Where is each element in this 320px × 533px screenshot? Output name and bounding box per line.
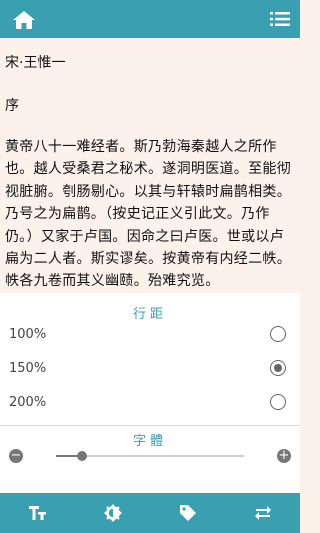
brightness-icon[interactable] <box>103 503 123 523</box>
radio-dot <box>274 364 282 372</box>
font-size-icon[interactable] <box>28 503 48 523</box>
author-line: 宋·王惟一 <box>5 55 66 71</box>
swap-icon[interactable] <box>253 503 273 523</box>
list-icon[interactable] <box>270 11 290 27</box>
tag-icon[interactable] <box>178 503 198 523</box>
line-spacing-option-100[interactable]: 100% <box>0 319 300 353</box>
divider <box>0 425 300 426</box>
radio-button-selected[interactable] <box>270 360 286 376</box>
line-spacing-label: 200% <box>9 395 47 410</box>
line-spacing-label: 150% <box>9 361 47 376</box>
decrease-font-button[interactable]: − <box>9 449 23 463</box>
line-spacing-option-200[interactable]: 200% <box>0 387 300 421</box>
radio-button[interactable] <box>270 394 286 410</box>
body-paragraph: 黄帝八十一难经者。斯乃勃海秦越人之所作也。越人受桑君之秘术。遂洞明医道。至能彻视… <box>5 139 291 290</box>
bottom-toolbar <box>0 493 300 533</box>
font-size-slider-thumb[interactable] <box>77 451 88 461</box>
chapter-heading: 序 <box>5 98 19 114</box>
reading-settings-panel: 行距 100% 150% 200% 字體 − + <box>0 293 300 505</box>
font-size-title: 字體 <box>132 434 167 449</box>
reading-area[interactable]: 宋·王惟一 序 黄帝八十一难经者。斯乃勃海秦越人之所作也。越人受桑君之秘术。遂洞… <box>0 38 300 293</box>
top-app-bar <box>0 0 300 38</box>
radio-button[interactable] <box>270 326 286 342</box>
line-spacing-option-150[interactable]: 150% <box>0 353 300 387</box>
increase-font-button[interactable]: + <box>277 449 291 463</box>
home-icon[interactable] <box>12 10 36 30</box>
line-spacing-label: 100% <box>9 327 47 342</box>
